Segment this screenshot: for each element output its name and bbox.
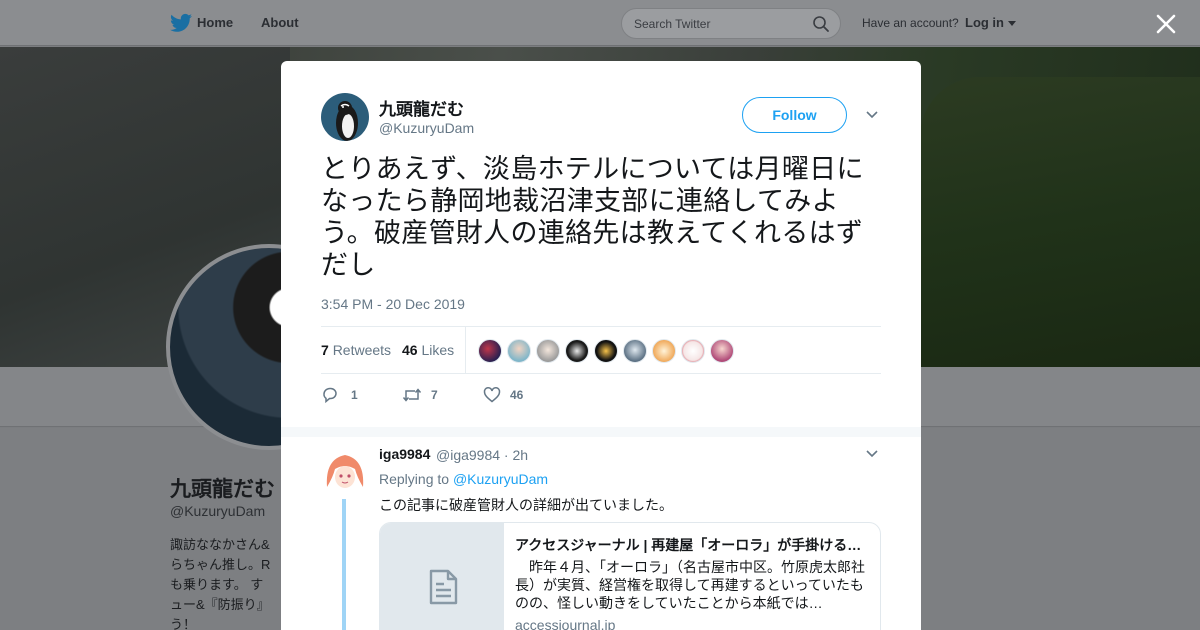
login-link[interactable]: Log in [965,15,1004,30]
reply-avatar[interactable] [321,447,369,495]
reply-count: 1 [351,388,358,402]
tweet-stats: 7 Retweets 46 Likes [321,327,881,374]
top-navigation-bar: Home About Search Twitter Have an accoun… [0,0,1200,46]
like-action[interactable]: 46 [483,385,543,405]
chevron-down-icon[interactable] [866,450,878,458]
tweet-modal: 九頭龍だむ @KuzuryuDam Follow とりあえず、淡島ホテルについて… [281,61,921,630]
retweet-count: 7 [431,388,438,402]
card-description: 昨年４月、「オーロラ」（名古屋市中区。竹原虎太郎社長）が実質、経営権を取得して再… [515,559,865,611]
reply-text: この記事に破産管財人の詳細が出ていました。 [379,497,673,513]
nav-about-link[interactable]: About [261,15,299,30]
liker-avatar[interactable] [565,339,589,363]
reply-icon [323,387,337,404]
liker-avatar[interactable] [710,339,734,363]
chevron-down-icon[interactable] [866,111,878,119]
profile-bio: 諏訪ななかさん& らちゃん推し。R も乗ります。 す ュー&『防振り』 う！ [170,537,271,630]
search-placeholder: Search Twitter [634,17,711,31]
liker-avatar[interactable] [507,339,531,363]
liker-avatar[interactable] [594,339,618,363]
liker-avatar[interactable] [652,339,676,363]
penguin-avatar-icon [321,93,369,141]
divider [321,373,881,374]
card-title: アクセスジャーナル | 再建屋「オーロラ」が手掛ける… [515,537,862,553]
reply-separator [281,427,921,437]
likes-label: Likes [421,342,455,358]
retweets-count: 7 [321,342,329,358]
nav-home-link[interactable]: Home [197,15,233,30]
likes-stat[interactable]: 46 Likes [402,342,454,358]
retweet-action[interactable]: 7 [402,385,452,405]
liker-avatar[interactable] [536,339,560,363]
heart-icon [483,387,501,403]
retweets-label: Retweets [332,342,392,358]
close-icon[interactable] [1154,12,1178,36]
document-icon [429,569,458,605]
profile-name: 九頭龍だむ [170,478,275,501]
stat-separator [465,327,466,374]
replying-to-prefix: Replying to [379,471,450,487]
retweets-stat[interactable]: 7 Retweets [321,342,391,358]
replying-to: Replying to @KuzuryuDam [379,471,548,487]
reply-action[interactable]: 1 [321,385,371,405]
card-domain: accessjournal.jp [515,617,616,630]
banner-mountain-image [920,77,1200,367]
reply-author-handle[interactable]: @iga9984 · 2h [436,447,528,463]
liker-avatar[interactable] [478,339,502,363]
tweet-text: とりあえず、淡島ホテルについては月曜日になったら静岡地裁沼津支部に連絡してみよう… [321,154,864,280]
retweet-icon [402,388,422,402]
replying-to-link[interactable]: @KuzuryuDam [453,471,548,487]
author-name[interactable]: 九頭龍だむ [379,95,464,120]
tweet-timestamp[interactable]: 3:54 PM - 20 Dec 2019 [321,296,465,312]
search-input[interactable]: Search Twitter [621,8,841,39]
author-avatar[interactable] [321,93,369,141]
follow-button[interactable]: Follow [742,97,847,133]
card-thumbnail [380,523,504,630]
account-prompt: Have an account? [862,16,959,30]
link-card[interactable]: アクセスジャーナル | 再建屋「オーロラ」が手掛ける… 昨年４月、「オーロラ」（… [379,522,881,630]
profile-handle: @KuzuryuDam [170,503,266,519]
author-handle[interactable]: @KuzuryuDam [379,120,474,136]
twitter-bird-icon[interactable] [170,13,192,33]
like-count: 46 [510,388,524,402]
caret-down-icon[interactable] [1008,21,1016,26]
search-icon[interactable] [812,15,830,33]
liker-avatar[interactable] [623,339,647,363]
likes-count: 46 [402,342,418,358]
liker-avatar[interactable] [681,339,705,363]
reply-thread-line [342,499,346,630]
reply-author-name[interactable]: iga9984 [379,446,430,462]
anime-avatar-icon [321,447,369,495]
